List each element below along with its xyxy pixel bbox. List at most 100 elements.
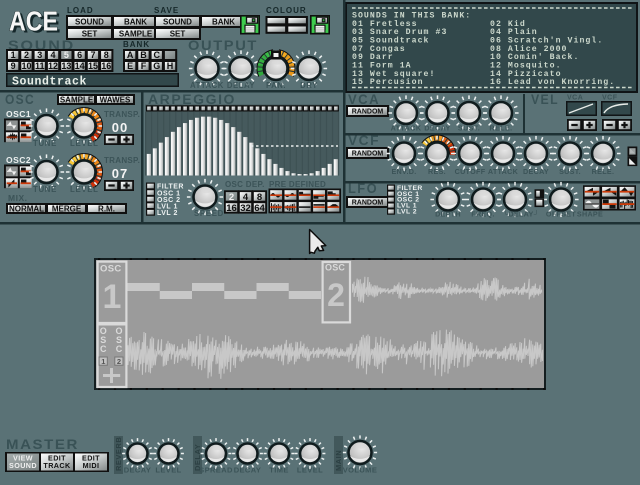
svg-text:TRACK: TRACK <box>43 461 71 470</box>
svg-text:TUNE: TUNE <box>33 185 57 194</box>
svg-text:VCA: VCA <box>567 95 583 102</box>
svg-text:4: 4 <box>243 192 249 203</box>
svg-text:16: 16 <box>226 203 237 214</box>
svg-text:SUST.: SUST. <box>458 124 480 133</box>
svg-text:WAWES: WAWES <box>100 95 131 104</box>
svg-text:1: 1 <box>101 357 105 366</box>
svg-text:H: H <box>167 61 174 71</box>
svg-text:G: G <box>153 61 160 71</box>
svg-text:SAMPLE: SAMPLE <box>119 29 153 38</box>
svg-text:ATTACK: ATTACK <box>190 81 224 90</box>
svg-text:OUTPUT: OUTPUT <box>188 38 258 53</box>
svg-text:00: 00 <box>112 120 128 135</box>
svg-text:12: 12 <box>48 61 58 71</box>
svg-text:LEVEL: LEVEL <box>155 466 181 475</box>
svg-text:10: 10 <box>21 61 31 71</box>
svg-text:SOUND: SOUND <box>75 17 104 26</box>
svg-text:DECAY: DECAY <box>234 466 262 475</box>
svg-text:6: 6 <box>77 50 82 60</box>
svg-text:1: 1 <box>103 278 122 316</box>
svg-text:MERGE: MERGE <box>52 204 82 213</box>
svg-text:SET: SET <box>170 29 186 38</box>
svg-text:ATTACK: ATTACK <box>488 167 519 176</box>
svg-text:VOLUME: VOLUME <box>343 466 377 475</box>
svg-text:8: 8 <box>104 50 109 60</box>
svg-text:VCF: VCF <box>602 95 618 102</box>
svg-text:TRANSP.: TRANSP. <box>104 156 140 165</box>
svg-text:LFO: LFO <box>348 181 378 196</box>
svg-text:SAVE: SAVE <box>154 6 179 15</box>
svg-text:5: 5 <box>64 50 69 60</box>
svg-text:C: C <box>100 344 107 354</box>
svg-text:Soundtrack: Soundtrack <box>12 76 87 89</box>
svg-text:LEVEL: LEVEL <box>297 466 323 475</box>
svg-text:07: 07 <box>112 166 128 181</box>
svg-text:SOUND: SOUND <box>9 461 37 470</box>
svg-text:RANDOM: RANDOM <box>352 200 384 207</box>
svg-text:PRE DEFINED: PRE DEFINED <box>269 180 326 189</box>
svg-text:2: 2 <box>229 192 234 203</box>
svg-text:7: 7 <box>90 50 95 60</box>
svg-text:FREQ.: FREQ. <box>471 210 494 219</box>
svg-text:F: F <box>141 61 147 71</box>
svg-text:OSC2: OSC2 <box>6 155 31 165</box>
svg-text:RELE.: RELE. <box>592 167 615 176</box>
svg-text:LEVEL: LEVEL <box>70 139 99 148</box>
svg-text:14: 14 <box>75 61 85 71</box>
svg-text:SOUND: SOUND <box>163 17 192 26</box>
svg-text:SPEED: SPEED <box>194 209 224 218</box>
svg-text:NORMAL: NORMAL <box>9 204 44 213</box>
svg-text:RANDOM: RANDOM <box>352 151 384 158</box>
svg-text:1: 1 <box>11 50 16 60</box>
svg-text:SET: SET <box>82 29 98 38</box>
svg-text:OSC DEP.: OSC DEP. <box>225 180 265 189</box>
svg-text:BANK: BANK <box>212 17 235 26</box>
svg-text:LEVEL: LEVEL <box>70 185 99 194</box>
svg-text:ACE: ACE <box>9 6 58 37</box>
svg-text:DEPTH: DEPTH <box>435 210 461 219</box>
svg-text:13: 13 <box>61 61 71 71</box>
svg-text:PAN.: PAN. <box>266 81 286 90</box>
svg-text:15: 15 <box>88 61 98 71</box>
svg-text:VCA: VCA <box>348 92 380 107</box>
svg-text:MASTER: MASTER <box>6 436 79 452</box>
svg-text:└DELAY┘: └DELAY┘ <box>503 210 539 219</box>
svg-text:CUTOFF: CUTOFF <box>455 167 486 176</box>
svg-text:ATTACK: ATTACK <box>391 124 422 133</box>
svg-text:32: 32 <box>240 203 251 214</box>
svg-text:E: E <box>127 61 133 71</box>
svg-text:LVL 2: LVL 2 <box>397 209 417 216</box>
svg-text:9: 9 <box>11 61 16 71</box>
svg-text:TUNE: TUNE <box>33 139 57 148</box>
svg-text:DECAY: DECAY <box>124 466 152 475</box>
svg-text:LVL 2: LVL 2 <box>157 210 178 217</box>
svg-text:OSC1: OSC1 <box>6 109 31 119</box>
svg-text:11: 11 <box>35 61 45 71</box>
svg-text:LOAD: LOAD <box>67 6 94 15</box>
svg-text:OSC: OSC <box>5 92 35 107</box>
svg-text:16 Lead von Knorring.: 16 Lead von Knorring. <box>490 77 615 87</box>
svg-text:2: 2 <box>117 357 121 366</box>
svg-text:TRANSP.: TRANSP. <box>104 110 140 119</box>
svg-text:RELE.: RELE. <box>489 124 512 133</box>
svg-text:SAMPLE: SAMPLE <box>60 95 94 104</box>
svg-text:MAIN: MAIN <box>334 450 343 471</box>
svg-text:B: B <box>140 50 147 60</box>
svg-text:COLOUR: COLOUR <box>266 6 307 15</box>
svg-text:16: 16 <box>101 61 111 71</box>
svg-text:ENV.D.: ENV.D. <box>391 167 416 176</box>
svg-text:SPREAD: SPREAD <box>199 466 233 475</box>
svg-text:C: C <box>154 50 161 60</box>
svg-text:VCF: VCF <box>348 133 380 148</box>
svg-text:MIX.: MIX. <box>8 193 27 203</box>
svg-text:4: 4 <box>51 50 56 60</box>
svg-text:REVERB: REVERB <box>114 437 123 471</box>
svg-text:C: C <box>116 344 123 354</box>
svg-text:SUST.: SUST. <box>559 167 581 176</box>
svg-text:MIDI: MIDI <box>83 461 100 470</box>
svg-text:RANDOM: RANDOM <box>352 109 384 116</box>
svg-text:OFFSET: OFFSET <box>546 210 576 219</box>
svg-text:BANK: BANK <box>123 40 150 49</box>
svg-text:OSC: OSC <box>325 263 345 273</box>
svg-text:64: 64 <box>254 203 265 214</box>
